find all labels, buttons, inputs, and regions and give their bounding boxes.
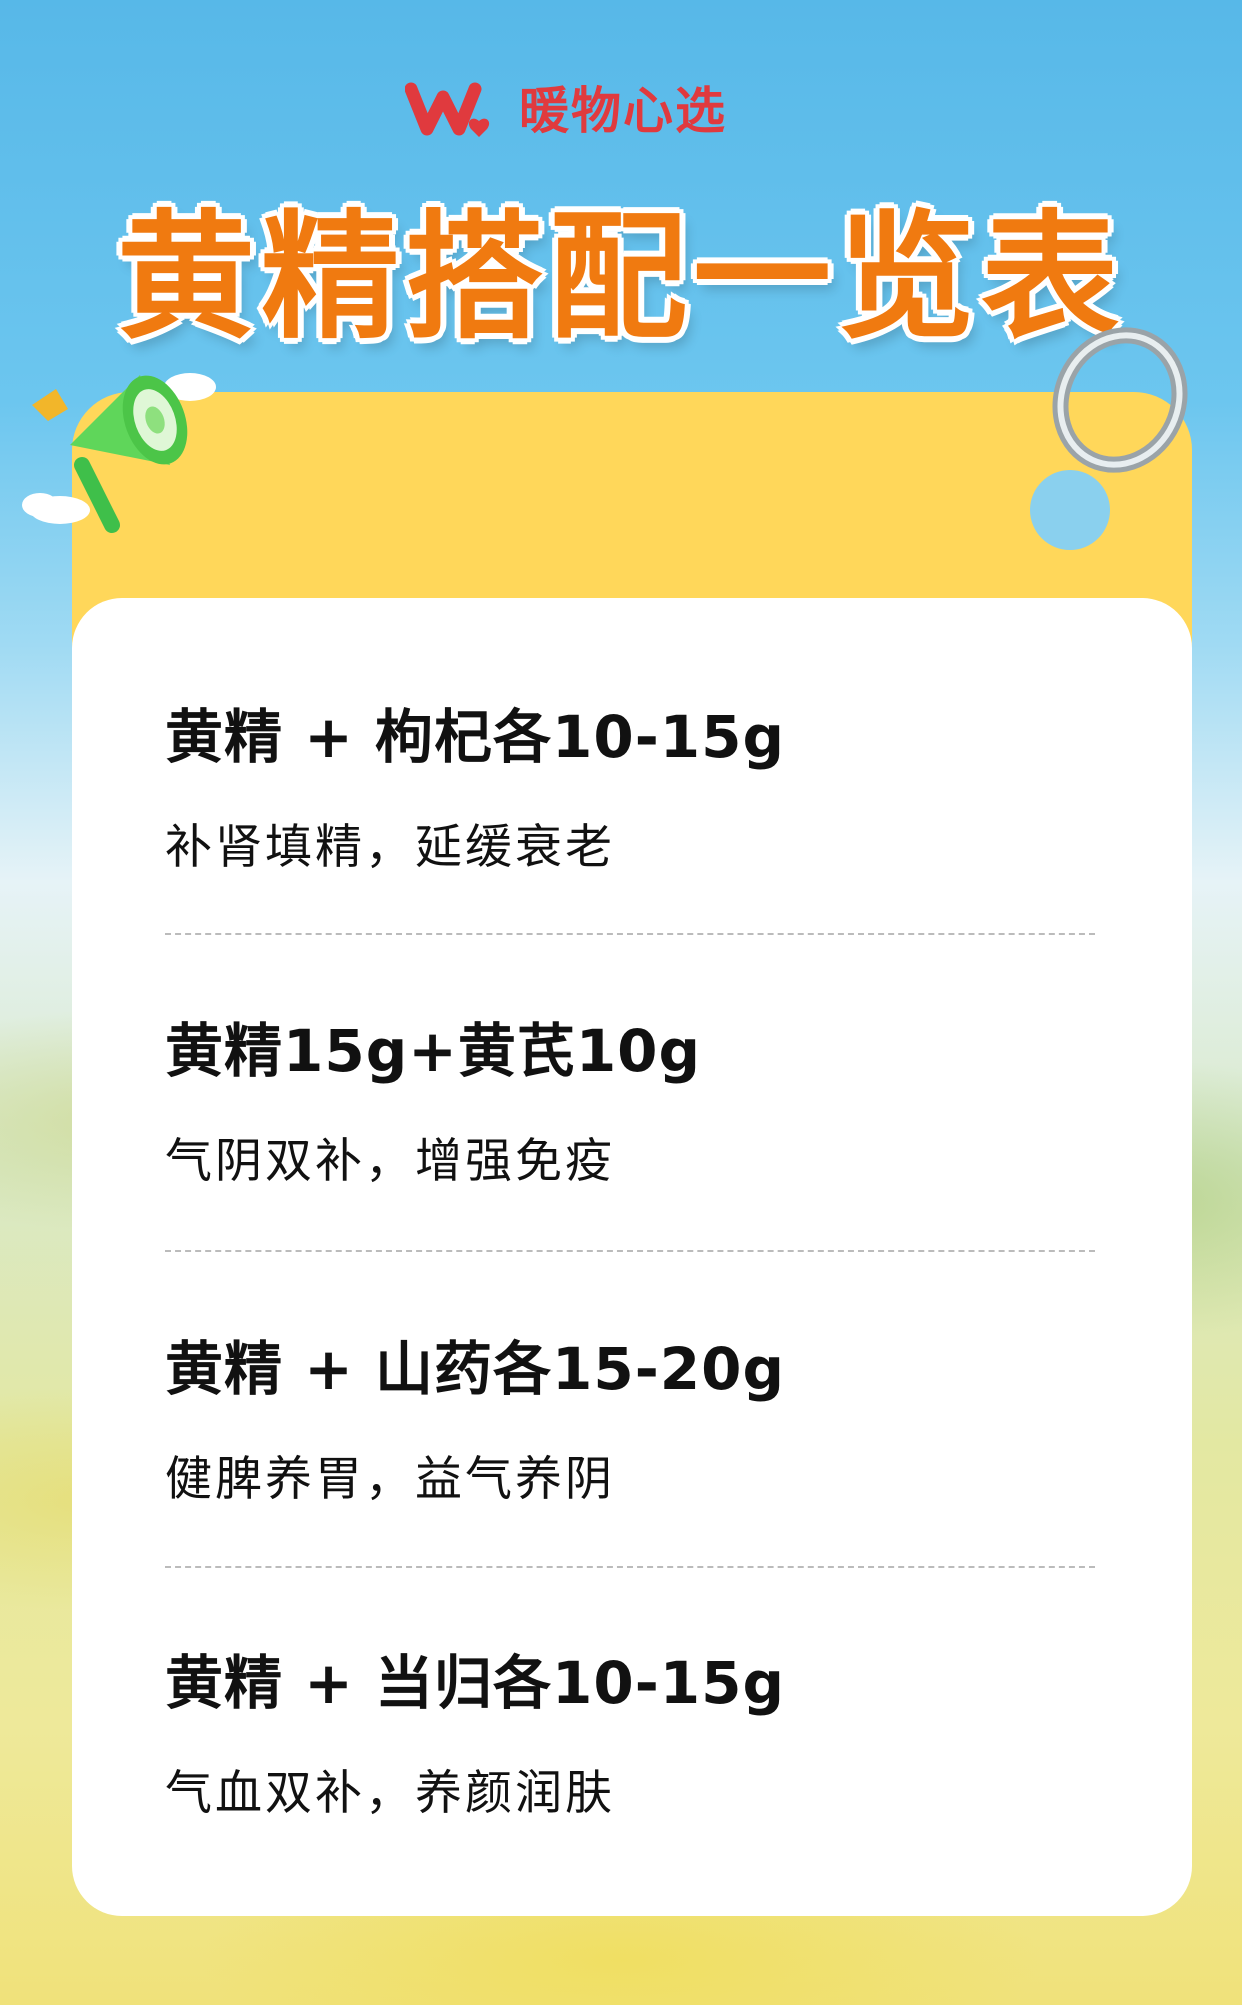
combo-title: 黄精 + 山药各15-20g <box>165 1335 785 1403</box>
brand-logo: 暖物心选 <box>405 72 727 142</box>
combo-desc: 补肾填精，延缓衰老 <box>165 820 615 875</box>
megaphone-icon <box>22 373 216 533</box>
combo-item: 黄精15g+黄芪10g 气阴双补，增强免疫 <box>165 1004 1125 1191</box>
bell-icon <box>32 389 68 421</box>
combo-desc: 气阴双补，增强免疫 <box>165 1134 615 1189</box>
combo-title: 黄精 + 当归各10-15g <box>165 1649 785 1717</box>
divider <box>165 1250 1095 1252</box>
combo-item: 黄精 + 枸杞各10-15g 补肾填精，延缓衰老 <box>165 690 1125 877</box>
card-hole <box>1030 470 1110 550</box>
combo-title: 黄精15g+黄芪10g <box>165 1017 702 1085</box>
combo-desc: 气血双补，养颜润肤 <box>165 1766 615 1821</box>
divider <box>165 1566 1095 1568</box>
brand-name: 暖物心选 <box>519 82 727 140</box>
combo-item: 黄精 + 当归各10-15g 气血双补，养颜润肤 <box>165 1636 1125 1823</box>
combo-item: 黄精 + 山药各15-20g 健脾养胃，益气养阴 <box>165 1322 1125 1509</box>
combo-desc: 健脾养胃，益气养阴 <box>165 1452 615 1507</box>
brand-logo-icon <box>405 82 490 137</box>
divider <box>165 933 1095 935</box>
combo-title: 黄精 + 枸杞各10-15g <box>165 703 785 771</box>
metal-ring-icon <box>1052 327 1188 473</box>
